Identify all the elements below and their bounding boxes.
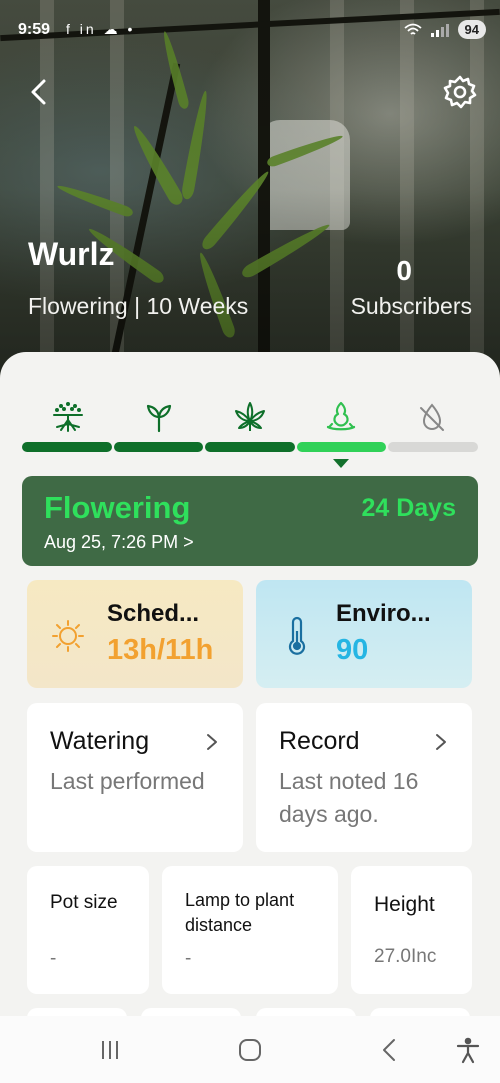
signal-icon — [430, 23, 449, 37]
notification-icons: f in ☁ • — [66, 21, 136, 37]
stage-flowering[interactable] — [296, 400, 387, 440]
current-stage-card[interactable]: Flowering 24 Days Aug 25, 7:26 PM > — [22, 476, 478, 566]
height-card[interactable]: Height 27.0Inc — [351, 866, 472, 994]
stage-start-date[interactable]: Aug 25, 7:26 PM > — [44, 532, 194, 553]
watering-card[interactable]: Watering Last performed — [27, 703, 243, 852]
gear-icon — [443, 75, 477, 109]
stage-seedling[interactable] — [113, 400, 204, 440]
plant-details-sheet: Flowering 24 Days Aug 25, 7:26 PM > Sche… — [0, 352, 500, 1083]
pot-size-title: Pot size — [50, 892, 118, 913]
thermometer-icon — [288, 616, 306, 655]
stage-germination[interactable] — [22, 400, 113, 440]
chevron-right-icon — [207, 734, 217, 750]
subscribers-count[interactable]: 0 — [396, 255, 412, 287]
accessibility-icon[interactable] — [454, 1036, 482, 1064]
battery-indicator: 94 — [457, 20, 486, 39]
watering-title: Watering — [50, 727, 150, 755]
lamp-distance-value: - — [185, 948, 192, 969]
pot-size-card[interactable]: Pot size - — [27, 866, 149, 994]
status-time: 9:59 — [18, 21, 51, 38]
wifi-icon — [403, 23, 422, 35]
environment-label: Enviro... — [336, 600, 431, 627]
record-desc: Last noted 16 days ago. — [279, 768, 419, 827]
plant-photo — [0, 0, 500, 380]
environment-card[interactable]: Enviro... 90 — [256, 580, 472, 688]
system-nav-bar — [0, 1016, 500, 1083]
flowering-bud-icon — [327, 401, 356, 431]
recent-apps-icon[interactable] — [96, 1036, 124, 1064]
height-value: 27.0Inc — [374, 946, 437, 967]
sun-icon — [52, 620, 84, 652]
schedule-value: 13h/11h — [107, 634, 214, 666]
chevron-left-icon — [31, 79, 46, 105]
stage-harvest[interactable] — [387, 400, 478, 440]
lamp-distance-card[interactable]: Lamp to plant distance - — [162, 866, 338, 994]
back-icon[interactable] — [376, 1036, 404, 1064]
stage-progress-bar — [22, 442, 478, 452]
stage-title: Flowering — [44, 490, 191, 525]
progress-segment-active — [296, 442, 387, 452]
progress-segment — [22, 442, 112, 452]
watering-desc: Last performed — [50, 768, 205, 794]
schedule-card[interactable]: Sched... 13h/11h — [27, 580, 243, 688]
lamp-distance-title: Lamp to plant distance — [185, 890, 295, 935]
pot-size-value: - — [50, 948, 57, 969]
plant-name: Wurlz — [28, 236, 115, 272]
environment-value: 90 — [336, 634, 369, 666]
stage-vegetative[interactable] — [204, 400, 295, 440]
plant-stage-summary: Flowering | 10 Weeks — [28, 293, 249, 319]
progress-segment — [205, 442, 295, 452]
status-bar: 9:59 f in ☁ • 94 — [0, 18, 500, 44]
height-title: Height — [374, 893, 435, 916]
chevron-right-icon — [436, 734, 446, 750]
subscribers-label[interactable]: Subscribers — [351, 293, 472, 320]
stage-days: 24 Days — [361, 494, 456, 522]
cannabis-leaf-icon — [235, 402, 265, 431]
record-title: Record — [279, 727, 360, 755]
seed-germination-icon — [52, 402, 83, 432]
back-button[interactable] — [24, 76, 56, 108]
stage-icons — [22, 400, 478, 440]
current-stage-pointer-icon — [333, 459, 349, 468]
record-card[interactable]: Record Last noted 16 days ago. — [256, 703, 472, 852]
settings-button[interactable] — [442, 74, 478, 110]
harvest-off-icon — [420, 403, 445, 431]
schedule-label: Sched... — [107, 600, 200, 627]
progress-segment — [388, 442, 478, 452]
home-icon[interactable] — [236, 1036, 264, 1064]
seedling-icon — [146, 404, 171, 433]
progress-segment — [113, 442, 204, 452]
